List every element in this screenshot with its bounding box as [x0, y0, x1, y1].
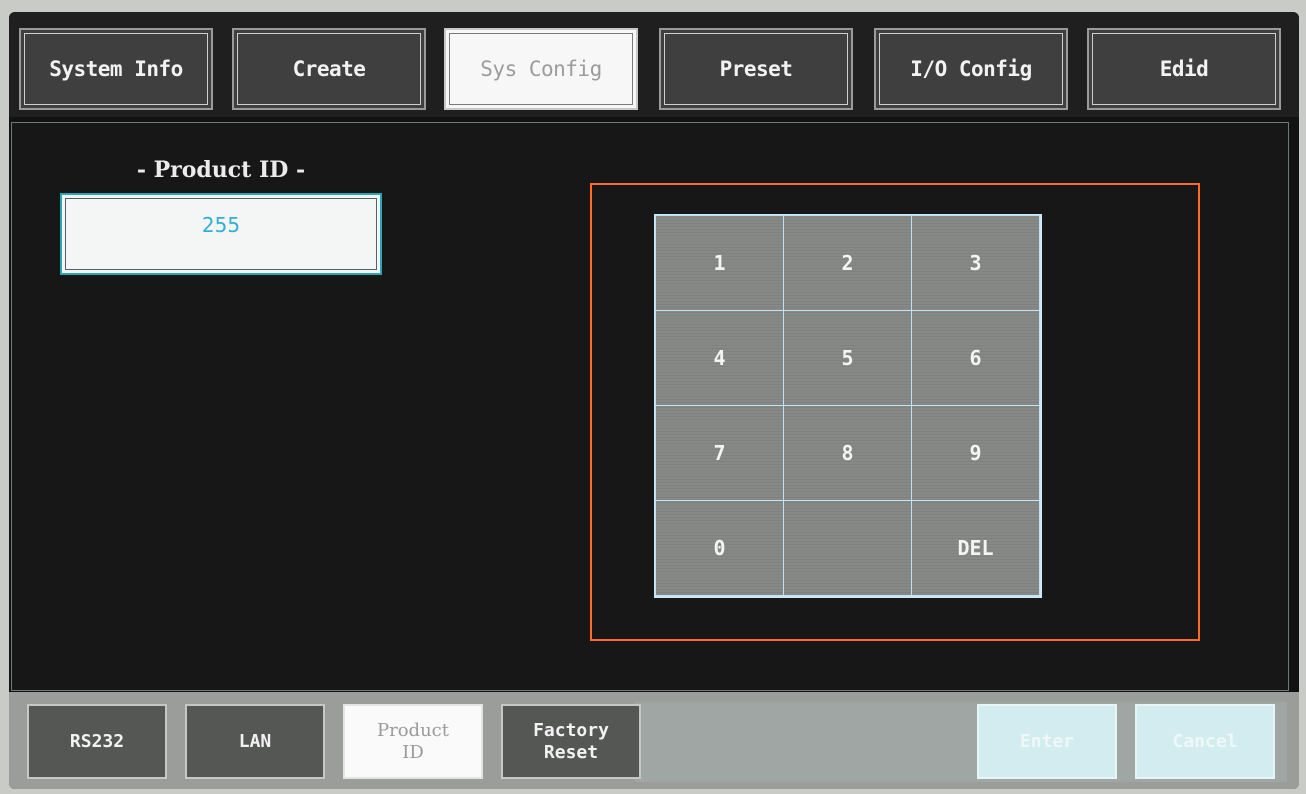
enter-label: Enter [1019, 730, 1075, 752]
product-id-label: - Product ID - [136, 157, 306, 183]
tab-edid[interactable]: Edid [1087, 28, 1281, 110]
touch-screen: System Info Create Sys Config Preset I/O… [9, 12, 1299, 789]
lan-label: LAN [238, 730, 272, 752]
key-del[interactable]: DEL [911, 500, 1040, 596]
tab-io-config[interactable]: I/O Config [874, 28, 1068, 110]
keypad-frame: 1 2 3 4 5 6 7 8 9 0 DEL [590, 183, 1200, 641]
tab-system-info[interactable]: System Info [19, 28, 213, 110]
product-id-field[interactable]: 255 [60, 193, 382, 275]
key-0[interactable]: 0 [655, 500, 784, 596]
product-id-button[interactable]: Product ID [343, 704, 483, 779]
key-7[interactable]: 7 [655, 405, 784, 501]
key-8[interactable]: 8 [783, 405, 912, 501]
key-6[interactable]: 6 [911, 310, 1040, 406]
key-3[interactable]: 3 [911, 215, 1040, 311]
tab-preset[interactable]: Preset [659, 28, 853, 110]
bottom-bar: RS232 LAN Product ID Factory Reset Enter… [9, 692, 1299, 789]
product-id-button-label: Product ID [377, 720, 449, 764]
key-blank [783, 500, 912, 596]
key-9[interactable]: 9 [911, 405, 1040, 501]
factory-reset-button[interactable]: Factory Reset [501, 704, 641, 779]
key-5[interactable]: 5 [783, 310, 912, 406]
factory-reset-label: Factory Reset [533, 720, 609, 764]
rs232-button[interactable]: RS232 [27, 704, 167, 779]
key-2[interactable]: 2 [783, 215, 912, 311]
factory-reset-line1: Factory [533, 719, 609, 741]
key-4[interactable]: 4 [655, 310, 784, 406]
tab-create[interactable]: Create [232, 28, 426, 110]
cancel-label: Cancel [1172, 730, 1238, 752]
key-1[interactable]: 1 [655, 215, 784, 311]
numeric-keypad: 1 2 3 4 5 6 7 8 9 0 DEL [654, 214, 1042, 598]
top-tab-bar: System Info Create Sys Config Preset I/O… [9, 12, 1299, 117]
tab-sys-config[interactable]: Sys Config [444, 28, 638, 110]
product-id-line1: Product [377, 719, 449, 741]
factory-reset-line2: Reset [543, 741, 599, 763]
cancel-button[interactable]: Cancel [1135, 704, 1275, 779]
rs232-label: RS232 [69, 730, 125, 752]
lan-button[interactable]: LAN [185, 704, 325, 779]
enter-button[interactable]: Enter [977, 704, 1117, 779]
main-panel: - Product ID - 255 1 2 3 4 5 6 7 8 9 0 D… [11, 122, 1289, 691]
product-id-line2: ID [402, 741, 424, 763]
